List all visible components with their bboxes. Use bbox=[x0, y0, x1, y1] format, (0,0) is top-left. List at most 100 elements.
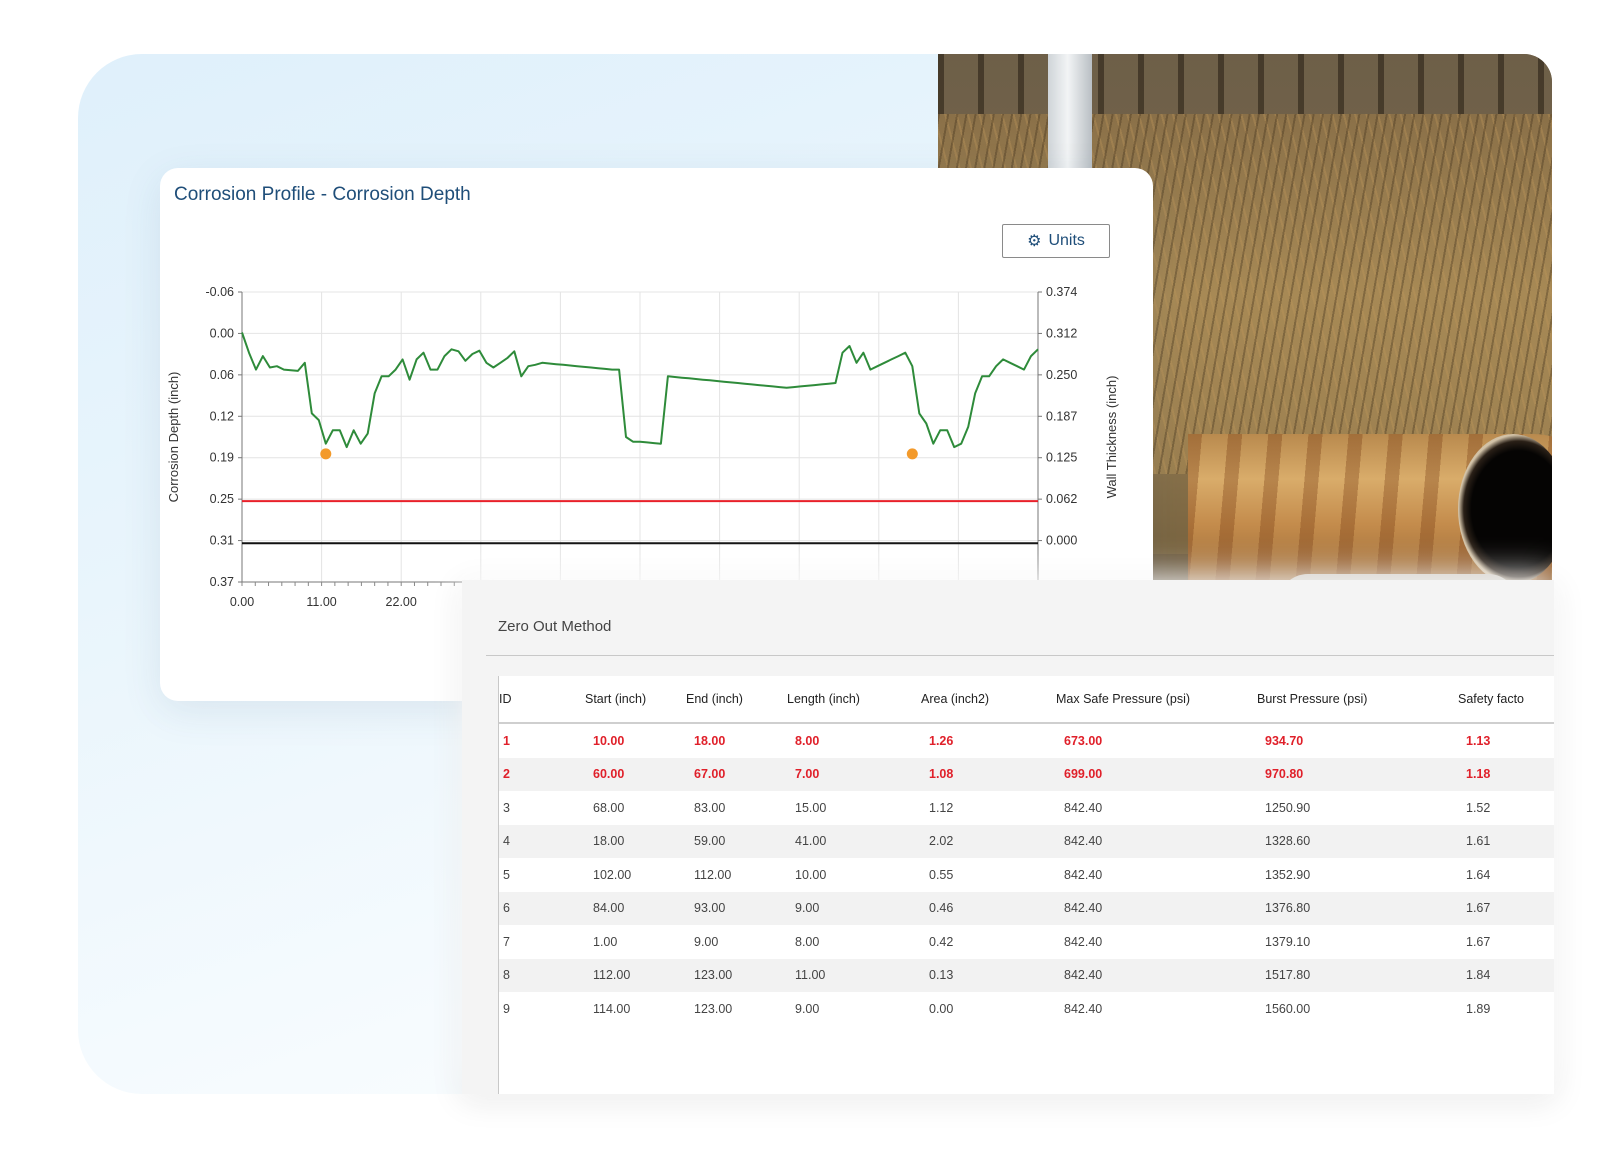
cell-start: 68.00 bbox=[593, 800, 625, 815]
max-depth-marker bbox=[320, 448, 332, 460]
cell-safety-factor: 1.61 bbox=[1458, 824, 1554, 858]
cell-start: 18.00 bbox=[585, 824, 686, 858]
cell-length: 8.00 bbox=[795, 733, 820, 748]
cell-area: 1.26 bbox=[929, 733, 954, 748]
table-row[interactable]: 5 102.00 112.00 10.00 0.55 842.40 1352.90 1.64 bbox=[499, 858, 1554, 892]
table-header-row: ID Start (inch) End (inch) Length (inch)… bbox=[499, 676, 1554, 724]
cell-start: 102.00 bbox=[593, 867, 632, 882]
cell-max-safe-pressure: 842.40 bbox=[1064, 800, 1103, 815]
cell-area: 0.00 bbox=[929, 1001, 954, 1016]
table-container: ID Start (inch) End (inch) Length (inch)… bbox=[498, 676, 1554, 1094]
cell-start: 1.00 bbox=[593, 934, 618, 949]
cell-burst-pressure: 1376.80 bbox=[1257, 891, 1458, 925]
cell-length: 15.00 bbox=[795, 800, 827, 815]
cell-end: 83.00 bbox=[694, 800, 726, 815]
cell-burst-pressure: 1560.00 bbox=[1265, 1001, 1311, 1016]
col-header-id[interactable]: ID bbox=[499, 676, 585, 724]
cell-id: 9 bbox=[503, 1001, 510, 1016]
cell-safety-factor: 1.52 bbox=[1466, 800, 1491, 815]
cell-end: 123.00 bbox=[686, 958, 787, 992]
cell-burst-pressure: 1250.90 bbox=[1265, 800, 1311, 815]
table-row[interactable]: 2 60.00 67.00 7.00 1.08 699.00 970.80 1.18 bbox=[499, 757, 1554, 791]
cell-burst-pressure: 934.70 bbox=[1265, 733, 1304, 748]
y-left-tick-label: 0.31 bbox=[210, 534, 234, 548]
table-row[interactable]: 7 1.00 9.00 8.00 0.42 842.40 1379.10 1.67 bbox=[499, 925, 1554, 959]
y-right-tick-label: 0.187 bbox=[1046, 409, 1077, 423]
cell-start: 60.00 bbox=[585, 757, 686, 791]
cell-id: 7 bbox=[503, 934, 510, 949]
units-button[interactable]: ⚙ Units bbox=[1002, 224, 1110, 258]
cell-length: 11.00 bbox=[787, 958, 921, 992]
cell-end: 112.00 bbox=[694, 867, 732, 882]
cell-start: 10.00 bbox=[593, 733, 625, 748]
col-header-start[interactable]: Start (inch) bbox=[585, 676, 686, 724]
y-axis-title-left: Corrosion Depth (inch) bbox=[166, 372, 181, 503]
panel-divider bbox=[486, 655, 1554, 656]
cell-end: 18.00 bbox=[694, 733, 726, 748]
col-header-burst-pressure[interactable]: Burst Pressure (psi) bbox=[1257, 676, 1458, 724]
table-row[interactable]: 6 84.00 93.00 9.00 0.46 842.40 1376.80 1.67 bbox=[499, 891, 1554, 925]
y-left-tick-label: -0.06 bbox=[206, 285, 235, 299]
table-row[interactable]: 8 112.00 123.00 11.00 0.13 842.40 1517.80 1.84 bbox=[499, 958, 1554, 992]
results-table: ID Start (inch) End (inch) Length (inch)… bbox=[499, 676, 1554, 1026]
cell-id: 1 bbox=[503, 733, 510, 748]
cell-end: 67.00 bbox=[686, 757, 787, 791]
cell-area: 1.12 bbox=[929, 800, 954, 815]
x-tick-label: 0.00 bbox=[230, 595, 254, 609]
y-axis-title-right: Wall Thickness (inch) bbox=[1104, 376, 1119, 499]
y-right-tick-label: 0.000 bbox=[1046, 534, 1077, 548]
cell-area: 0.46 bbox=[921, 891, 1056, 925]
table-row[interactable]: 1 10.00 18.00 8.00 1.26 673.00 934.70 1.13 bbox=[499, 723, 1554, 758]
units-button-label: Units bbox=[1048, 232, 1085, 249]
cell-id: 5 bbox=[503, 867, 510, 882]
cell-burst-pressure: 1517.80 bbox=[1257, 958, 1458, 992]
cell-id: 2 bbox=[499, 757, 585, 791]
panel-title: Zero Out Method bbox=[498, 618, 612, 635]
table-row[interactable]: 9 114.00 123.00 9.00 0.00 842.40 1560.00 1.89 bbox=[499, 992, 1554, 1026]
col-header-length[interactable]: Length (inch) bbox=[787, 676, 921, 724]
cell-id: 4 bbox=[499, 824, 585, 858]
y-right-tick-label: 0.062 bbox=[1046, 492, 1077, 506]
cell-end: 123.00 bbox=[694, 1001, 733, 1016]
y-left-tick-label: 0.25 bbox=[210, 492, 234, 506]
col-header-safety-factor[interactable]: Safety facto bbox=[1458, 676, 1554, 724]
cell-area: 0.42 bbox=[929, 934, 954, 949]
cell-max-safe-pressure: 842.40 bbox=[1056, 824, 1257, 858]
cell-length: 9.00 bbox=[787, 891, 921, 925]
zero-out-panel: Zero Out Method ID Start (inch) End (inc… bbox=[462, 580, 1554, 1094]
y-right-tick-label: 0.250 bbox=[1046, 368, 1077, 382]
cell-safety-factor: 1.18 bbox=[1458, 757, 1554, 791]
cell-safety-factor: 1.89 bbox=[1466, 1001, 1491, 1016]
table-row[interactable]: 4 18.00 59.00 41.00 2.02 842.40 1328.60 1.61 bbox=[499, 824, 1554, 858]
cell-id: 3 bbox=[503, 800, 510, 815]
cell-max-safe-pressure: 699.00 bbox=[1056, 757, 1257, 791]
cell-area: 1.08 bbox=[921, 757, 1056, 791]
cell-max-safe-pressure: 842.40 bbox=[1064, 867, 1103, 882]
chart-title: Corrosion Profile - Corrosion Depth bbox=[174, 184, 471, 205]
cell-safety-factor: 1.13 bbox=[1466, 733, 1491, 748]
cell-burst-pressure: 1328.60 bbox=[1257, 824, 1458, 858]
cell-length: 10.00 bbox=[795, 867, 827, 882]
cell-safety-factor: 1.64 bbox=[1466, 867, 1491, 882]
cell-max-safe-pressure: 842.40 bbox=[1064, 1001, 1103, 1016]
col-header-area[interactable]: Area (inch2) bbox=[921, 676, 1056, 724]
cell-max-safe-pressure: 842.40 bbox=[1064, 934, 1103, 949]
cell-length: 8.00 bbox=[795, 934, 820, 949]
table-row[interactable]: 3 68.00 83.00 15.00 1.12 842.40 1250.90 1.52 bbox=[499, 791, 1554, 825]
cell-length: 7.00 bbox=[787, 757, 921, 791]
x-tick-label: 22.00 bbox=[386, 595, 417, 609]
cell-max-safe-pressure: 842.40 bbox=[1056, 958, 1257, 992]
cell-safety-factor: 1.67 bbox=[1458, 891, 1554, 925]
x-tick-label: 11.00 bbox=[306, 595, 336, 609]
cell-area: 0.55 bbox=[929, 867, 954, 882]
cell-length: 41.00 bbox=[787, 824, 921, 858]
cell-length: 9.00 bbox=[795, 1001, 820, 1016]
col-header-end[interactable]: End (inch) bbox=[686, 676, 787, 724]
col-header-max-safe-pressure[interactable]: Max Safe Pressure (psi) bbox=[1056, 676, 1257, 724]
y-left-tick-label: 0.06 bbox=[210, 368, 234, 382]
cell-max-safe-pressure: 673.00 bbox=[1064, 733, 1103, 748]
cell-start: 114.00 bbox=[593, 1001, 631, 1016]
cell-id: 6 bbox=[499, 891, 585, 925]
cell-max-safe-pressure: 842.40 bbox=[1056, 891, 1257, 925]
gear-icon: ⚙ bbox=[1027, 233, 1042, 250]
